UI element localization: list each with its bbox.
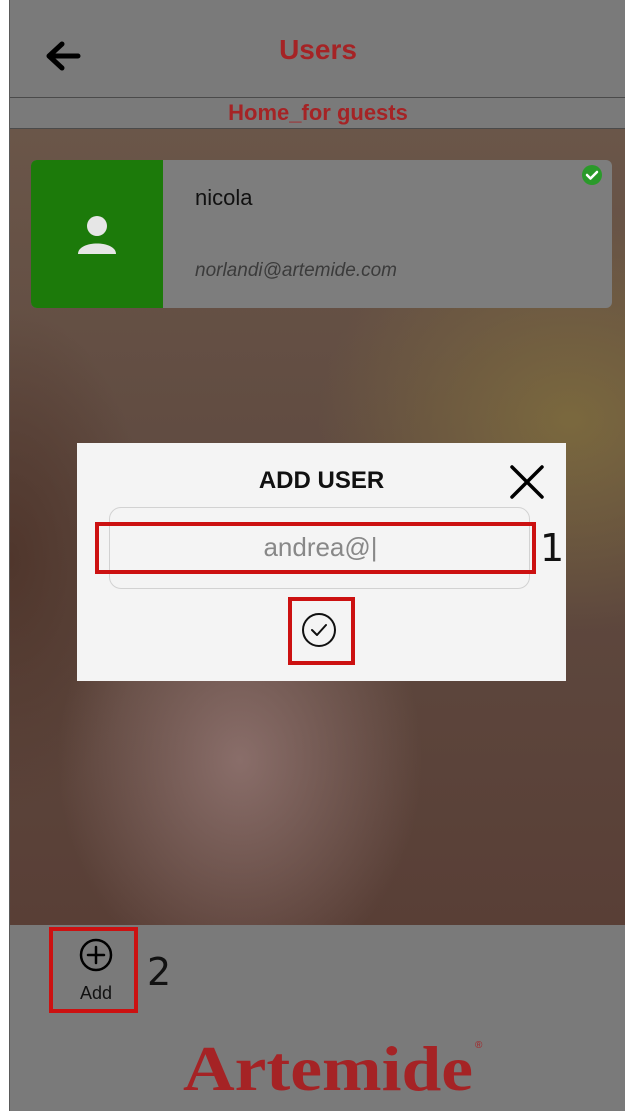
dialog-title: ADD USER — [258, 467, 385, 494]
subtitle-bar: Home_for guests — [10, 98, 625, 129]
check-circle-icon — [582, 165, 602, 185]
artemide-logo: Artemide ® — [183, 1033, 483, 1100]
home-name: Home_for guests — [228, 100, 408, 125]
person-icon — [78, 216, 116, 254]
annotation-1: 1 — [540, 526, 565, 570]
avatar — [31, 160, 163, 308]
close-icon — [510, 465, 544, 499]
close-button[interactable] — [508, 463, 546, 501]
user-card[interactable]: nicola norlandi@artemide.com — [31, 160, 612, 308]
highlight-confirm-button — [288, 597, 355, 665]
highlight-email-input — [95, 522, 536, 574]
svg-text:Artemide: Artemide — [183, 1033, 473, 1100]
annotation-2: 2 — [147, 950, 172, 994]
svg-text:®: ® — [475, 1040, 483, 1051]
user-name: nicola — [195, 185, 253, 210]
highlight-add-button — [49, 927, 138, 1013]
page-title: Users — [279, 34, 357, 65]
top-bar: Users — [10, 0, 625, 98]
user-email: norlandi@artemide.com — [195, 260, 397, 281]
